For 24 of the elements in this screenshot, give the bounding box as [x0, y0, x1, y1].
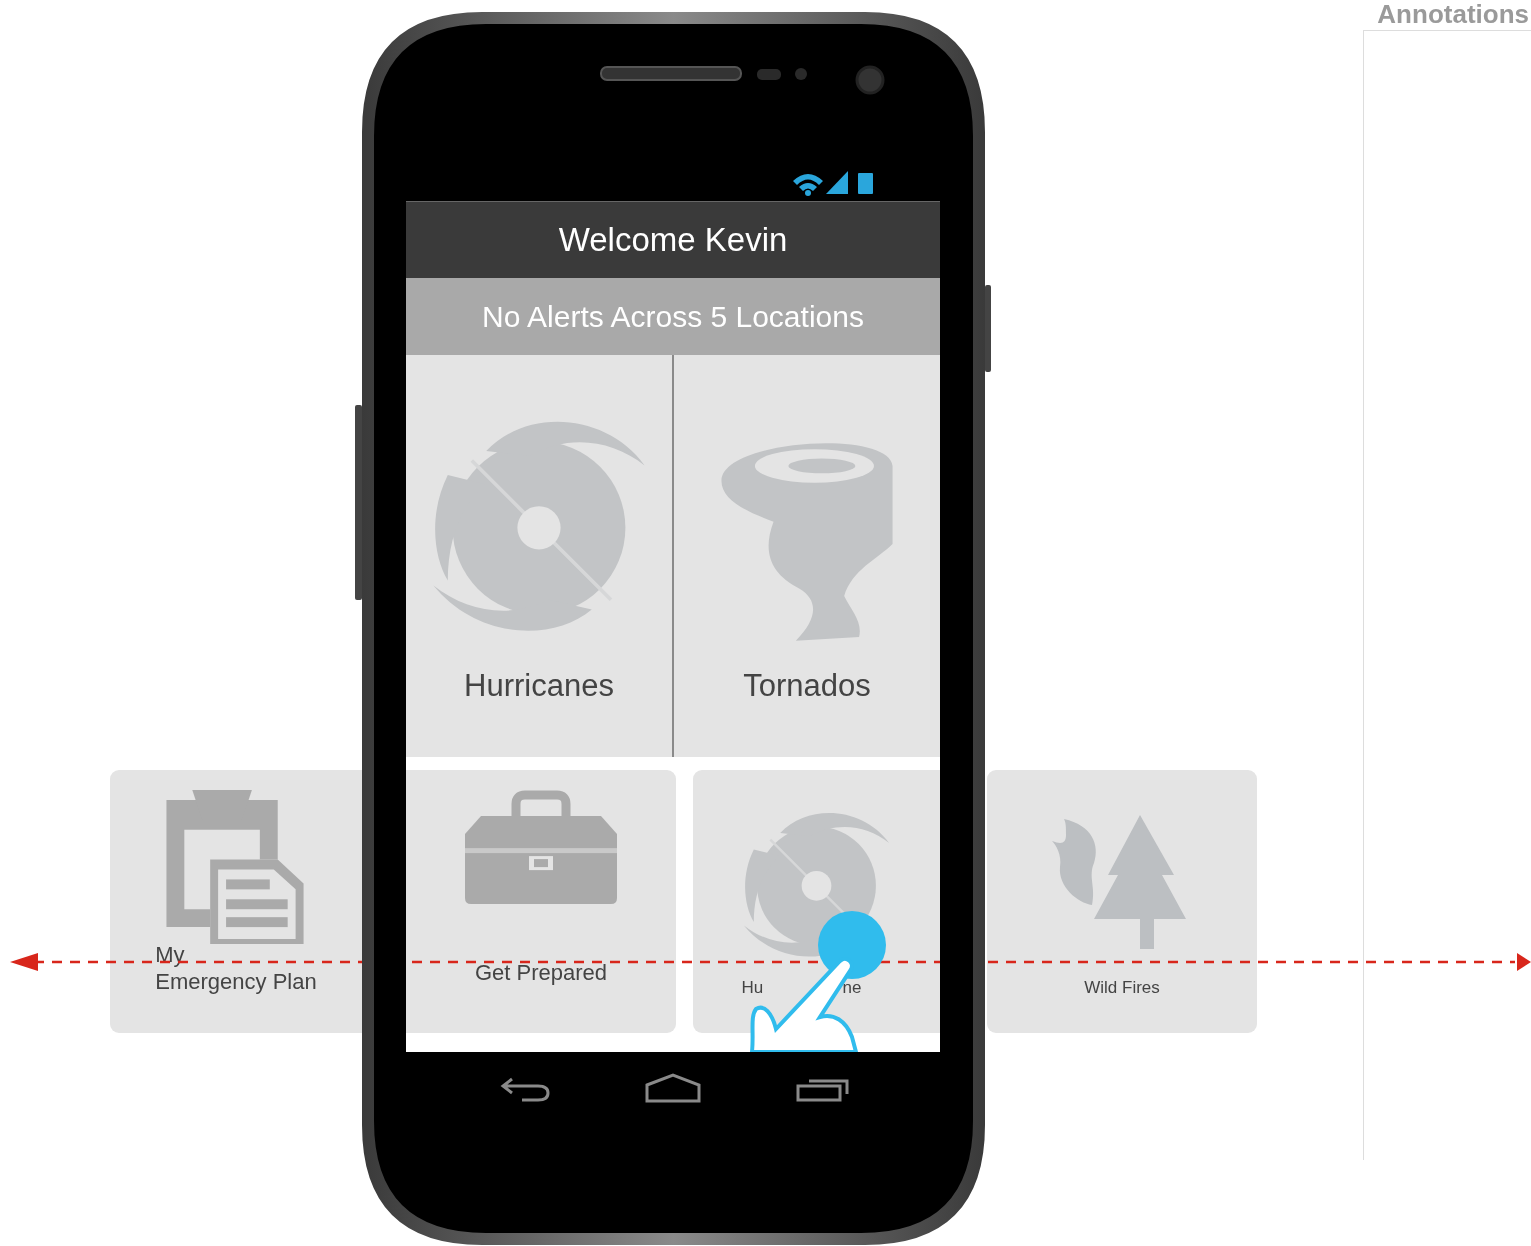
home-icon[interactable] — [645, 1073, 701, 1103]
wifi-icon — [793, 174, 823, 196]
sensor-dot — [795, 68, 807, 80]
category-tile[interactable]: Tornados — [672, 355, 940, 757]
panel-title: Annotations — [1377, 0, 1529, 31]
category-tile[interactable]: Hurricanes — [406, 355, 672, 757]
card-label: Hu — [741, 977, 764, 999]
carousel-card[interactable]: Get Prepared — [406, 770, 676, 1033]
carousel-card[interactable]: Wild Fires — [987, 770, 1257, 1033]
card-label: My Emergency Plan — [155, 942, 317, 994]
recent-apps-icon[interactable] — [796, 1079, 849, 1102]
card-label: ne — [842, 977, 862, 999]
card-label: Wild Fires — [1084, 978, 1160, 997]
tile-label: Tornados — [743, 667, 871, 705]
card-label: Get Prepared — [474, 960, 608, 985]
header-title: Welcome Kevin — [558, 220, 788, 261]
carousel-card[interactable]: My Emergency Plan — [110, 770, 362, 1033]
alert-text: No Alerts Across 5 Locations — [482, 299, 864, 335]
tile-label: Hurricanes — [464, 667, 614, 705]
clipboard-document-icon — [166, 790, 306, 944]
battery-icon — [858, 173, 873, 194]
back-icon[interactable] — [501, 1077, 550, 1102]
camera-lens — [855, 65, 885, 95]
signal-icon — [826, 171, 848, 194]
